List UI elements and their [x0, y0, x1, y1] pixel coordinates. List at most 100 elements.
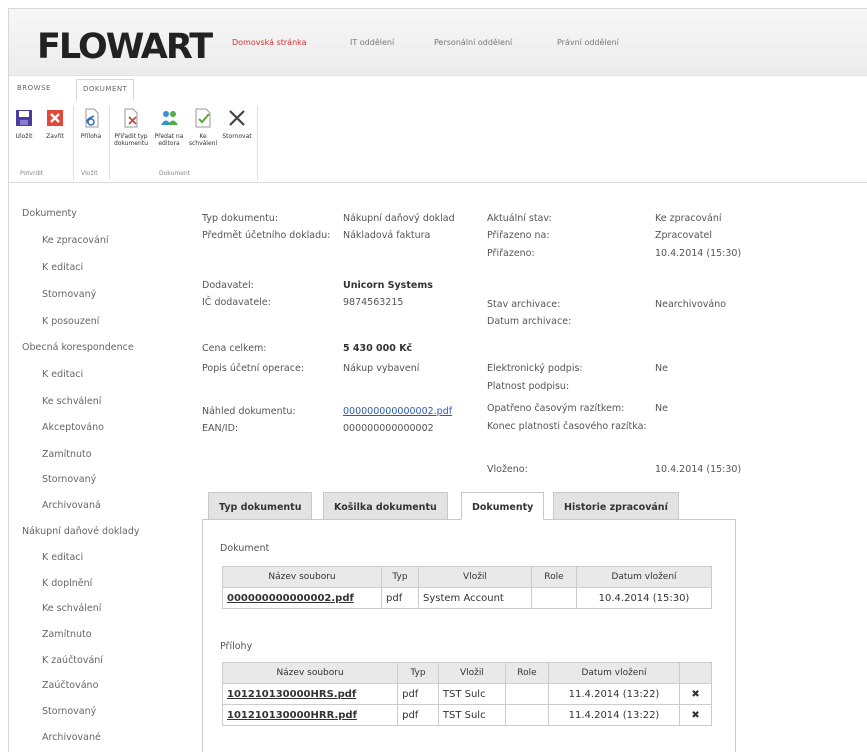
field-label: Dodavatel:: [202, 280, 254, 291]
cell-author: TST Sulc: [438, 704, 507, 726]
tab-historie-zpracovani[interactable]: Historie zpracování: [553, 492, 679, 520]
attachment-button[interactable]: Příloha: [76, 108, 106, 140]
nav-group-dokumenty[interactable]: Dokumenty: [22, 208, 77, 219]
col-header[interactable]: Role: [505, 662, 549, 684]
nav-item[interactable]: Stornovaný: [42, 706, 96, 717]
field-value: 10.4.2014 (15:30): [655, 248, 742, 259]
cell-type: pdf: [381, 587, 419, 609]
nav-item[interactable]: Stornovaný: [42, 474, 96, 485]
cell-author: TST Sulc: [438, 683, 507, 705]
approve-label: Ke schválení: [188, 133, 218, 147]
send-editor-button[interactable]: Předat na editora: [152, 108, 186, 147]
delete-icon[interactable]: ✖: [679, 704, 712, 726]
nav-item[interactable]: Zamítnuto: [42, 629, 92, 640]
field-label: Platnost podpisu:: [487, 381, 570, 392]
field-value: 5 430 000 Kč: [343, 343, 413, 354]
cell-date: 11.4.2014 (13:22): [548, 683, 681, 705]
col-header[interactable]: Role: [531, 566, 577, 588]
file-link[interactable]: 101210130000HRS.pdf: [222, 683, 399, 705]
tab-dokument[interactable]: DOKUMENT: [76, 79, 135, 101]
file-link[interactable]: 101210130000HRR.pdf: [222, 704, 399, 726]
nav-group-nakupni[interactable]: Nákupní daňové doklady: [22, 526, 140, 537]
send-editor-label: Předat na editora: [154, 133, 184, 147]
table-row: 000000000000002.pdf pdf System Account 1…: [222, 587, 712, 609]
nav-item[interactable]: K editaci: [42, 262, 83, 273]
field-value: Nákupní daňový doklad: [343, 213, 455, 224]
table-row: 101210130000HRR.pdf pdf TST Sulc 11.4.20…: [222, 704, 712, 726]
cell-date: 10.4.2014 (15:30): [576, 587, 712, 609]
field-value: 9874563215: [343, 297, 404, 308]
nav-legal[interactable]: Právní oddělení: [557, 38, 619, 47]
nav-item[interactable]: Ke schválení: [42, 396, 101, 407]
save-icon: [16, 110, 32, 126]
group-label-potvrdit: Potvrdit: [20, 170, 44, 177]
nav-item[interactable]: Zaúčtováno: [42, 680, 98, 691]
nav-personal[interactable]: Personální oddělení: [434, 38, 512, 47]
col-header[interactable]: Typ: [397, 662, 439, 684]
nav-group-korespondence[interactable]: Obecná korespondence: [22, 342, 134, 353]
field-value: Ke zpracování: [655, 213, 722, 224]
preview-link[interactable]: 000000000000002.pdf: [343, 406, 452, 417]
col-header[interactable]: Název souboru: [222, 566, 382, 588]
nav-item[interactable]: Stornovaný: [42, 289, 96, 300]
nav-item[interactable]: K editaci: [42, 552, 83, 563]
users-icon: [161, 111, 178, 125]
col-header-empty: [679, 662, 712, 684]
col-header[interactable]: Datum vložení: [548, 662, 681, 684]
cell-type: pdf: [397, 683, 439, 705]
tab-browse[interactable]: BROWSE: [17, 84, 51, 92]
cell-role: [505, 683, 549, 705]
cancel-button[interactable]: Storno­vat: [220, 108, 254, 140]
nav-item[interactable]: Archivovaná: [42, 500, 101, 511]
tab-typ-dokumentu[interactable]: Typ dokumentu: [208, 492, 313, 520]
file-link[interactable]: 000000000000002.pdf: [222, 587, 382, 609]
save-label: Uložit: [15, 133, 33, 140]
approve-icon: [195, 108, 211, 128]
nav-item[interactable]: K editaci: [42, 369, 83, 380]
nav-item[interactable]: Akceptováno: [42, 422, 104, 433]
nav-item[interactable]: K doplnění: [42, 578, 92, 589]
col-header[interactable]: Vložil: [418, 566, 532, 588]
save-button[interactable]: Uložit: [12, 108, 36, 140]
field-label: Přiřazeno:: [487, 248, 535, 259]
nav-item[interactable]: K posouzení: [42, 316, 99, 327]
nav-item[interactable]: Archivované: [42, 732, 101, 743]
documents-table: Název souboru Typ Vložil Role Datum vlož…: [222, 566, 712, 609]
col-header[interactable]: Vložil: [438, 662, 507, 684]
assign-type-label: Přiřadit typ dokumentu: [113, 133, 149, 147]
close-button[interactable]: Zavřít: [42, 108, 68, 140]
x-icon: [229, 110, 245, 126]
delete-icon[interactable]: ✖: [679, 683, 712, 705]
close-icon: [47, 110, 63, 126]
field-value: Unicorn Systems: [343, 280, 433, 291]
close-label: Zavřít: [46, 133, 64, 140]
field-value: Ne: [655, 403, 668, 414]
approve-button[interactable]: Ke schválení: [188, 108, 218, 147]
tab-kosilka-dokumentu[interactable]: Košilka dokumentu: [323, 492, 448, 520]
nav-item[interactable]: Zamítnuto: [42, 449, 92, 460]
field-label: Typ dokumentu:: [202, 213, 279, 224]
field-label: Popis účetní operace:: [202, 363, 305, 374]
col-header[interactable]: Název souboru: [222, 662, 399, 684]
field-label: Předmět účetního dokladu:: [202, 230, 331, 241]
nav-it[interactable]: IT oddělení: [350, 38, 394, 47]
nav-item[interactable]: K zaúčtování: [42, 655, 103, 666]
field-label: EAN/ID:: [202, 423, 239, 434]
field-value: Zpracovatel: [655, 230, 712, 241]
assign-type-button[interactable]: Přiřadit typ dokumentu: [112, 108, 150, 147]
nav-item[interactable]: Ke schválení: [42, 603, 101, 614]
cell-role: [505, 704, 549, 726]
cell-date: 11.4.2014 (13:22): [548, 704, 681, 726]
cell-type: pdf: [397, 704, 439, 726]
group-label-vlozit: Vložit: [81, 170, 98, 177]
attachments-table: Název souboru Typ Vložil Role Datum vlož…: [222, 662, 712, 726]
field-value: 10.4.2014 (15:30): [655, 464, 742, 475]
nav-home[interactable]: Domovská stránka: [232, 38, 307, 47]
field-value: Nákup vybavení: [343, 363, 420, 374]
cell-author: System Account: [418, 587, 532, 609]
col-header[interactable]: Datum vložení: [576, 566, 712, 588]
ribbon-toolbar: Uložit Zavřít Příloha Přiřadit typ dokum…: [9, 102, 867, 183]
col-header[interactable]: Typ: [381, 566, 419, 588]
tab-dokumenty[interactable]: Dokumenty: [461, 492, 545, 520]
nav-item[interactable]: Ke zpracování: [42, 235, 109, 246]
